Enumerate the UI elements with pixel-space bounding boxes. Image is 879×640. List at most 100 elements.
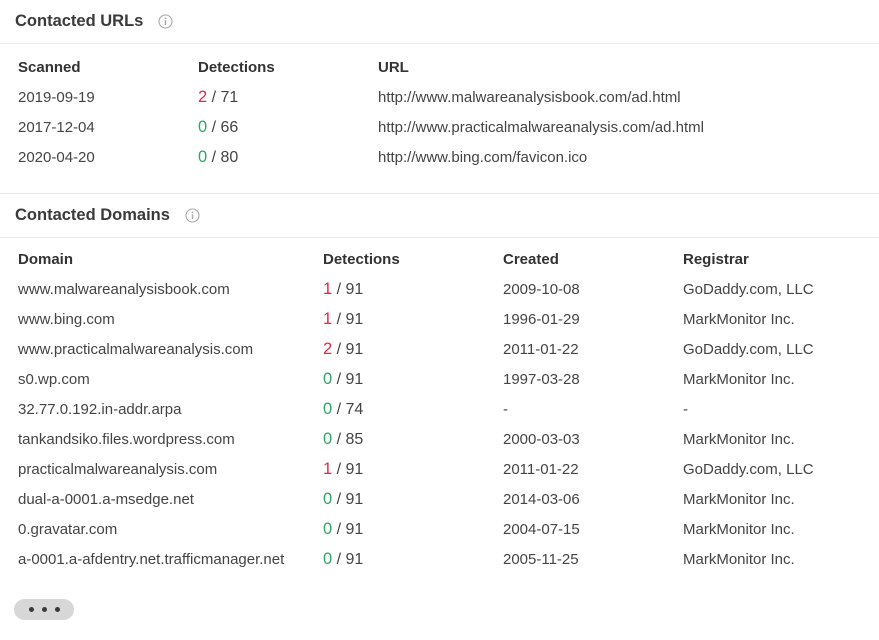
url-link[interactable]: http://www.practicalmalwareanalysis.com/…: [378, 119, 704, 136]
detection-positives: 0: [198, 117, 208, 136]
column-header-detections: Detections: [198, 58, 275, 76]
detection-separator: /: [332, 490, 346, 508]
contacted-domains-body: www.malwareanalysisbook.com 1 / 91 2009-10…: [18, 274, 873, 574]
created-date: 2011-01-22: [503, 460, 579, 478]
table-row: 32.77.0.192.in-addr.arpa 0 / 74- -: [18, 394, 873, 424]
domain-link[interactable]: 0.gravatar.com: [18, 521, 117, 538]
created-date: 2011-01-22: [503, 340, 579, 358]
contacted-urls-table: Scanned Detections URL 2019-09-19 2 / 71 h…: [18, 52, 858, 172]
scanned-date: 2017-12-04: [18, 118, 95, 136]
detection-total: 66: [220, 118, 239, 136]
registrar: GoDaddy.com, LLC: [683, 340, 814, 358]
table-row: 2019-09-19 2 / 71 http://www.malwareanalys…: [18, 82, 858, 112]
detection-positives: 0: [323, 549, 333, 568]
registrar: MarkMonitor Inc.: [683, 520, 795, 538]
detections-cell: 0 / 91: [323, 484, 503, 514]
domain-link[interactable]: www.bing.com: [18, 311, 115, 328]
contacted-domains-header: Contacted Domains: [0, 194, 879, 238]
created-date: 2000-03-03: [503, 430, 580, 448]
created-date: 2009-10-08: [503, 280, 580, 298]
column-header-domain: Domain: [18, 250, 74, 268]
registrar: MarkMonitor Inc.: [683, 310, 795, 328]
detection-separator: /: [332, 370, 346, 388]
detection-separator: /: [332, 520, 346, 538]
detection-positives: 2: [198, 87, 208, 106]
domain-link[interactable]: www.malwareanalysisbook.com: [18, 281, 230, 298]
detection-separator: /: [207, 148, 221, 166]
url-cell: http://www.malwareanalysisbook.com/ad.ht…: [378, 82, 858, 112]
detection-positives: 1: [323, 279, 333, 298]
table-row: s0.wp.com 0 / 91 1997-03-28 MarkMonitor Inc…: [18, 364, 873, 394]
detections-cell: 1 / 91: [323, 304, 503, 334]
url-cell: http://www.practicalmalwareanalysis.com/…: [378, 112, 858, 142]
dot: [41, 607, 47, 612]
scanned-date: 2020-04-20: [18, 148, 95, 166]
detection-separator: /: [332, 460, 346, 478]
table-row: www.malwareanalysisbook.com 1 / 91 2009-10…: [18, 274, 873, 304]
registrar: MarkMonitor Inc.: [683, 490, 795, 508]
detection-separator: /: [332, 280, 346, 298]
info-icon[interactable]: [158, 14, 173, 29]
registrar: MarkMonitor Inc.: [683, 370, 795, 388]
detection-separator: /: [332, 400, 346, 418]
url-link[interactable]: http://www.bing.com/favicon.ico: [378, 149, 587, 166]
registrar: GoDaddy.com, LLC: [683, 460, 814, 478]
dot: [54, 607, 60, 612]
detections-cell: 2 / 91: [323, 334, 503, 364]
detection-total: 91: [345, 310, 364, 328]
detections-cell: 1 / 91: [323, 274, 503, 304]
column-header-registrar: Registrar: [683, 250, 749, 268]
detection-separator: /: [332, 550, 346, 568]
registrar: GoDaddy.com, LLC: [683, 280, 814, 298]
detections-cell: 1 / 91: [323, 454, 503, 484]
domain-link[interactable]: www.practicalmalwareanalysis.com: [18, 341, 253, 358]
detection-separator: /: [332, 310, 346, 328]
more-dots-icon[interactable]: [14, 599, 74, 620]
domain-cell: 0.gravatar.com: [18, 514, 323, 544]
table-row: 2017-12-04 0 / 66 http://www.practicalmalw…: [18, 112, 858, 142]
detection-separator: /: [207, 118, 221, 136]
detection-positives: 0: [323, 429, 333, 448]
domain-link[interactable]: practicalmalwareanalysis.com: [18, 461, 217, 478]
domain-link[interactable]: 32.77.0.192.in-addr.arpa: [18, 401, 181, 418]
domain-link[interactable]: a-0001.a-afdentry.net.trafficmanager.net: [18, 551, 284, 568]
detection-total: 91: [345, 550, 364, 568]
detection-positives: 0: [323, 369, 333, 388]
domain-cell: www.bing.com: [18, 304, 323, 334]
contacted-domains-title: Contacted Domains: [15, 206, 170, 224]
table-header-row: Scanned Detections URL: [18, 52, 858, 82]
registrar: MarkMonitor Inc.: [683, 430, 795, 448]
detection-total: 91: [345, 490, 364, 508]
scanned-date: 2019-09-19: [18, 88, 95, 106]
contacted-urls-body: 2019-09-19 2 / 71 http://www.malwareanalys…: [18, 82, 858, 172]
table-row: a-0001.a-afdentry.net.trafficmanager.net…: [18, 544, 873, 574]
domain-cell: www.practicalmalwareanalysis.com: [18, 334, 323, 364]
domain-link[interactable]: tankandsiko.files.wordpress.com: [18, 431, 235, 448]
table-row: www.practicalmalwareanalysis.com 2 / 91 20…: [18, 334, 873, 364]
url-cell: http://www.bing.com/favicon.ico: [378, 142, 858, 172]
table-header-row: Domain Detections Created Registrar: [18, 244, 873, 274]
domain-link[interactable]: dual-a-0001.a-msedge.net: [18, 491, 194, 508]
column-header-detections: Detections: [323, 250, 400, 268]
detection-total: 71: [220, 88, 239, 106]
domain-cell: a-0001.a-afdentry.net.trafficmanager.net: [18, 544, 323, 574]
contacted-urls-title: Contacted URLs: [15, 12, 144, 30]
detection-total: 91: [345, 370, 364, 388]
contacted-domains-table: Domain Detections Created Registrar www.…: [18, 244, 873, 574]
domain-cell: dual-a-0001.a-msedge.net: [18, 484, 323, 514]
detection-total: 91: [345, 460, 364, 478]
table-row: tankandsiko.files.wordpress.com 0 / 85 200…: [18, 424, 873, 454]
domain-cell: practicalmalwareanalysis.com: [18, 454, 323, 484]
detections-cell: 0 / 91: [323, 544, 503, 574]
info-icon[interactable]: [185, 208, 200, 223]
table-row: www.bing.com 1 / 91 1996-01-29 MarkMonitor …: [18, 304, 873, 334]
detection-total: 80: [220, 148, 239, 166]
url-link[interactable]: http://www.malwareanalysisbook.com/ad.ht…: [378, 89, 681, 106]
detection-total: 91: [345, 520, 364, 538]
domain-cell: 32.77.0.192.in-addr.arpa: [18, 394, 323, 424]
detections-cell: 0 / 66: [198, 112, 378, 142]
column-header-scanned: Scanned: [18, 58, 81, 76]
detection-total: 85: [345, 430, 364, 448]
column-header-created: Created: [503, 250, 559, 268]
domain-link[interactable]: s0.wp.com: [18, 371, 90, 388]
